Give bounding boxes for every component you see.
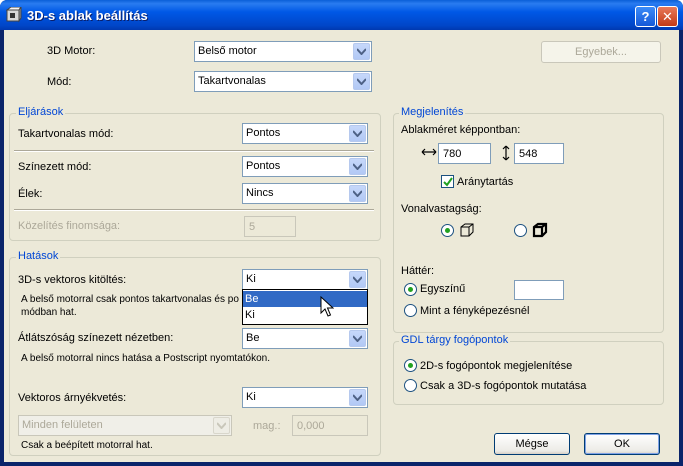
line-weight-thick-radio[interactable] (514, 224, 527, 237)
edges-value: Nincs (246, 187, 274, 199)
height-label: mag.: (253, 420, 281, 432)
vector-fill-note-1: A belső motorral csak pontos takartvonal… (21, 294, 239, 305)
dropdown-option-ki[interactable]: Ki (243, 307, 367, 323)
chevron-down-icon (349, 185, 366, 202)
edges-select[interactable]: Nincs (242, 183, 368, 204)
approx-input[interactable]: 5 (244, 216, 296, 237)
other-button[interactable]: Egyebek... (541, 41, 661, 63)
hidden-mode-select[interactable]: Pontos (242, 123, 368, 144)
shadow-value: Ki (246, 391, 256, 403)
height-arrows-icon (501, 145, 511, 164)
bg-solid-radio[interactable] (404, 283, 417, 296)
bg-photo-radio[interactable] (404, 304, 417, 317)
builtin-note: Csak a beépített motorral hat. (21, 440, 153, 451)
width-arrows-icon (421, 147, 437, 160)
gdl-2d-radio[interactable] (404, 359, 417, 372)
height-input[interactable]: 0,000 (292, 415, 368, 436)
mode-select[interactable]: Takartvonalas (194, 71, 372, 92)
transparency-value: Be (246, 332, 260, 344)
procedures-title: Eljárások (16, 106, 66, 118)
vector-fill-note-2: módban hat. (21, 307, 77, 318)
close-button[interactable]: ✕ (657, 6, 678, 27)
chevron-down-icon (349, 330, 366, 347)
mode-label: Mód: (47, 76, 72, 88)
shaded-mode-value: Pontos (246, 160, 281, 172)
display-title: Megjelenítés (399, 106, 466, 118)
engine-value: Belső motor (198, 45, 257, 57)
line-weight-label: Vonalvastagság: (401, 203, 482, 215)
app-icon (5, 5, 22, 23)
gdl-group (393, 341, 664, 405)
check-icon (443, 177, 453, 187)
chevron-down-icon (353, 43, 370, 60)
shadow-label: Vektoros árnyékvetés: (18, 392, 127, 404)
chevron-down-icon (353, 73, 370, 90)
engine-label: 3D Motor: (47, 45, 96, 57)
title-bar[interactable]: 3D-s ablak beállítás ? ✕ (0, 0, 683, 30)
gdl-title: GDL tárgy fogópontok (399, 334, 511, 346)
ratio-checkbox[interactable] (441, 175, 454, 188)
shaded-mode-label: Színezett mód: (18, 161, 92, 173)
mode-value: Takartvonalas (198, 75, 266, 87)
approx-value: 5 (249, 221, 256, 233)
vector-fill-select[interactable]: Ki (242, 269, 368, 290)
width-value: 780 (443, 148, 462, 160)
chevron-down-icon (349, 271, 366, 288)
line-weight-thin-radio[interactable] (441, 224, 454, 237)
effects-title: Hatások (16, 250, 61, 262)
separator (14, 150, 374, 152)
approx-label: Közelítés finomsága: (18, 220, 121, 232)
gdl-3d-label[interactable]: Csak a 3D-s fogópontok mutatása (420, 380, 586, 392)
background-label: Háttér: (401, 265, 435, 277)
vector-fill-value: Ki (246, 273, 256, 285)
window-title: 3D-s ablak beállítás (27, 8, 148, 23)
shaded-mode-select[interactable]: Pontos (242, 156, 368, 177)
surfaces-value: Minden felületen (22, 419, 103, 431)
edges-label: Élek: (18, 188, 43, 200)
chevron-down-icon (349, 389, 366, 406)
window-size-label: Ablakméret képpontban: (401, 124, 521, 136)
cancel-button[interactable]: Mégse (494, 433, 570, 455)
thin-cube-icon (459, 222, 475, 241)
help-button[interactable]: ? (635, 6, 656, 27)
dropdown-option-be[interactable]: Be (243, 291, 367, 307)
dialog-body: 3D Motor: Belső motor Mód: Takartvonalas… (4, 30, 679, 462)
ok-button[interactable]: OK (584, 433, 660, 455)
vector-fill-dropdown-list[interactable]: Be Ki (242, 289, 368, 325)
height-size-input[interactable]: 548 (514, 143, 564, 164)
vector-fill-label: 3D-s vektoros kitöltés: (18, 274, 127, 286)
height-size-value: 548 (519, 148, 538, 160)
transparency-note: A belső motorral nincs hatása a Postscri… (21, 353, 271, 364)
transparency-select[interactable]: Be (242, 328, 368, 349)
engine-select[interactable]: Belső motor (194, 41, 372, 62)
height-value: 0,000 (297, 420, 325, 432)
chevron-down-icon (349, 158, 366, 175)
hidden-mode-label: Takartvonalas mód: (18, 128, 114, 140)
shadow-select[interactable]: Ki (242, 387, 368, 408)
ratio-label[interactable]: Aránytartás (457, 176, 513, 188)
bg-color-swatch[interactable] (514, 280, 564, 300)
hidden-mode-value: Pontos (246, 127, 281, 139)
bg-photo-label[interactable]: Mint a fényképezésnél (420, 305, 529, 317)
dialog-window: 3D-s ablak beállítás ? ✕ 3D Motor: Belső… (0, 0, 683, 466)
bg-solid-label[interactable]: Egyszínű (420, 283, 465, 295)
mouse-cursor-icon (320, 295, 335, 321)
gdl-3d-radio[interactable] (404, 379, 417, 392)
chevron-down-icon (213, 417, 230, 434)
thick-cube-icon (532, 222, 548, 241)
transparency-label: Átlátszóság színezett nézetben: (18, 332, 174, 344)
surfaces-select[interactable]: Minden felületen (18, 415, 232, 436)
separator (14, 209, 374, 211)
chevron-down-icon (349, 125, 366, 142)
width-input[interactable]: 780 (438, 143, 491, 164)
gdl-2d-label[interactable]: 2D-s fogópontok megjelenítése (420, 360, 572, 372)
